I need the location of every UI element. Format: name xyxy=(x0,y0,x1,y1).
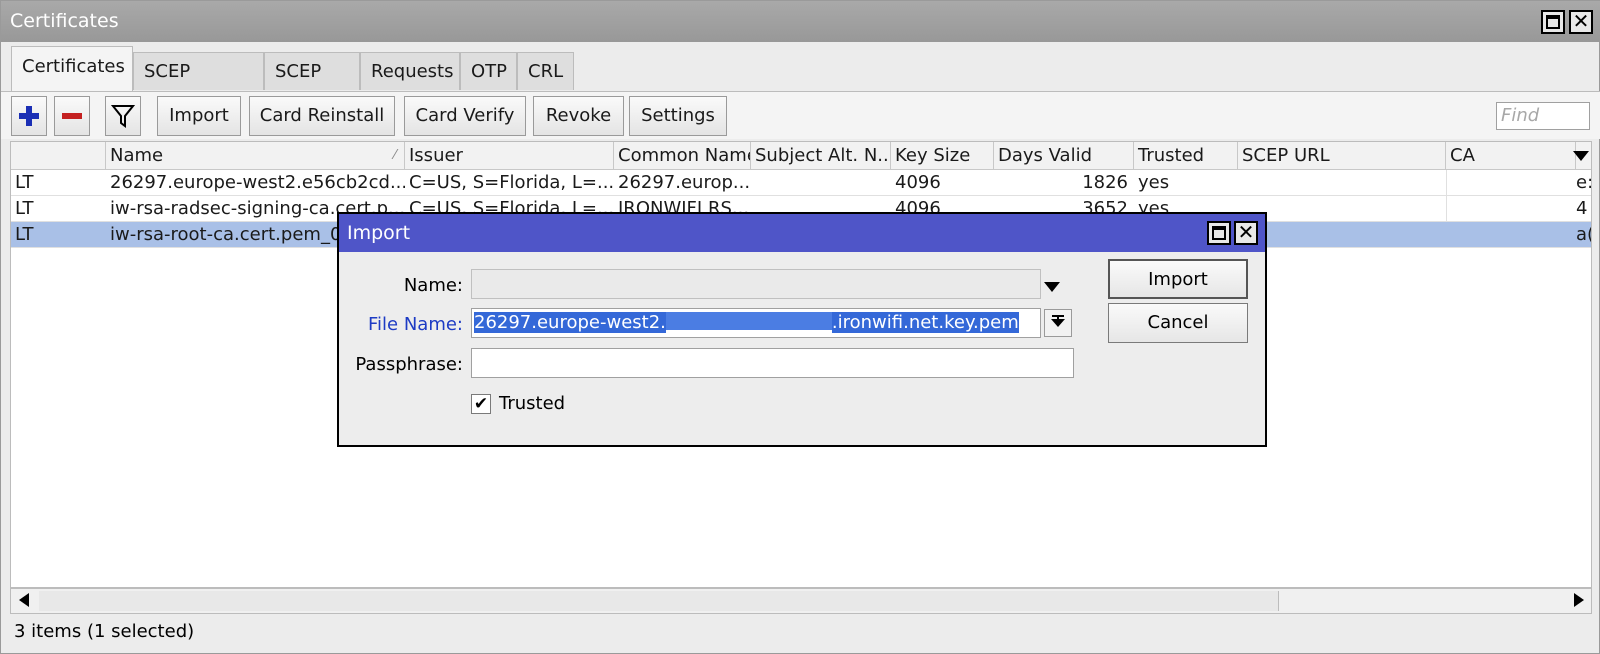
sort-icon: ⁄ xyxy=(393,148,396,163)
cell-issuer: C=US, S=Florida, L=... xyxy=(409,172,614,193)
cell-days-valid: 1826 xyxy=(1082,172,1128,193)
chevron-down-icon xyxy=(1051,319,1065,327)
tab-crl[interactable]: CRL xyxy=(517,52,574,90)
col-common-name[interactable]: Common Name xyxy=(614,142,751,170)
cell-name: 26297.europe-west2.e56cb2cd... xyxy=(110,172,405,193)
file-name-prefix: 26297.europe-west2. xyxy=(474,312,666,333)
scroll-left-icon[interactable] xyxy=(19,593,29,607)
close-icon: ✕ xyxy=(1237,220,1255,244)
col-trusted[interactable]: Trusted xyxy=(1134,142,1238,170)
remove-button[interactable] xyxy=(54,96,90,136)
cell-flags: LT xyxy=(15,172,34,193)
dialog-close-button[interactable]: ✕ xyxy=(1234,220,1258,245)
table-row[interactable]: LT 26297.europe-west2.e56cb2cd... C=US, … xyxy=(11,170,1592,196)
name-field[interactable] xyxy=(471,269,1041,299)
dialog-title: Import xyxy=(347,222,411,244)
horizontal-scrollbar[interactable] xyxy=(10,588,1592,614)
file-name-suffix: .ironwifi.net.key.pem xyxy=(831,312,1019,333)
trusted-checkbox[interactable]: ✔ xyxy=(471,394,491,414)
cell-overflow: e: xyxy=(1576,172,1592,193)
toolbar: Import Card Reinstall Card Verify Revoke… xyxy=(1,91,1600,139)
cell-flags: LT xyxy=(15,224,34,245)
tab-otp[interactable]: OTP xyxy=(460,52,517,90)
scroll-right-icon[interactable] xyxy=(1574,593,1584,607)
filter-button[interactable] xyxy=(105,96,141,136)
name-dropdown-icon[interactable] xyxy=(1044,282,1060,292)
settings-button[interactable]: Settings xyxy=(629,96,727,136)
tab-scep-servers[interactable]: SCEP Servers xyxy=(133,52,264,120)
close-button[interactable]: ✕ xyxy=(1569,9,1593,34)
column-menu-icon[interactable] xyxy=(1573,151,1589,161)
tab-requests[interactable]: Requests xyxy=(360,52,460,90)
add-button[interactable] xyxy=(11,96,47,136)
tab-certificates[interactable]: Certificates xyxy=(11,46,133,91)
col-key-size[interactable]: Key Size xyxy=(891,142,994,170)
col-name-label: Name xyxy=(110,145,164,166)
import-dialog: Import ✕ Name: File Name: 26297.europe-w… xyxy=(337,212,1267,447)
file-name-field[interactable]: 26297.europe-west2. .ironwifi.net.key.pem xyxy=(471,308,1041,338)
passphrase-label: Passphrase: xyxy=(355,354,463,375)
tab-scep-ra[interactable]: SCEP RA xyxy=(264,52,360,120)
dialog-import-button[interactable]: Import xyxy=(1108,259,1248,299)
dialog-titlebar[interactable]: Import ✕ xyxy=(339,214,1265,252)
redacted-block xyxy=(665,312,832,330)
col-days-valid[interactable]: Days Valid xyxy=(994,142,1134,170)
trusted-label: Trusted xyxy=(499,393,566,414)
minus-icon xyxy=(62,113,82,119)
maximize-button[interactable] xyxy=(1541,10,1565,34)
col-ca[interactable]: CA xyxy=(1446,142,1576,170)
card-verify-button[interactable]: Card Verify xyxy=(404,96,526,136)
col-flags[interactable] xyxy=(11,142,106,170)
find-input[interactable]: Find xyxy=(1496,102,1590,130)
maximize-icon xyxy=(1546,15,1560,29)
card-reinstall-button[interactable]: Card Reinstall xyxy=(249,96,395,136)
passphrase-field[interactable] xyxy=(471,348,1074,378)
dialog-cancel-button[interactable]: Cancel xyxy=(1108,303,1248,343)
close-icon: ✕ xyxy=(1572,9,1590,33)
window-title: Certificates xyxy=(10,10,119,32)
window-titlebar[interactable]: Certificates ✕ xyxy=(1,1,1600,42)
status-bar: 3 items (1 selected) xyxy=(14,621,195,642)
cell-overflow: a( xyxy=(1576,224,1591,245)
cell-flags: LT xyxy=(15,198,34,219)
col-issuer[interactable]: Issuer xyxy=(405,142,614,170)
scrollbar-thumb[interactable] xyxy=(39,591,1279,611)
check-icon: ✔ xyxy=(473,394,489,414)
file-name-label: File Name: xyxy=(367,314,463,335)
plus-icon xyxy=(19,106,39,126)
cell-overflow: 4 xyxy=(1576,198,1588,219)
cell-trusted: yes xyxy=(1138,172,1170,193)
table-header: Name ⁄ Issuer Common Name Subject Alt. N… xyxy=(11,142,1591,170)
filter-icon xyxy=(110,105,136,128)
name-label: Name: xyxy=(403,275,463,296)
file-name-dropdown-button[interactable] xyxy=(1044,309,1072,337)
revoke-button[interactable]: Revoke xyxy=(533,96,624,136)
dialog-maximize-button[interactable] xyxy=(1207,221,1231,245)
cell-common-name: 26297.europ... xyxy=(618,172,751,193)
col-name[interactable]: Name ⁄ xyxy=(106,142,405,170)
import-button[interactable]: Import xyxy=(157,96,241,136)
col-scep-url[interactable]: SCEP URL xyxy=(1238,142,1446,170)
cell-key-size: 4096 xyxy=(895,172,941,193)
maximize-icon xyxy=(1212,226,1226,240)
col-subject-alt-name[interactable]: Subject Alt. N... xyxy=(751,142,891,170)
